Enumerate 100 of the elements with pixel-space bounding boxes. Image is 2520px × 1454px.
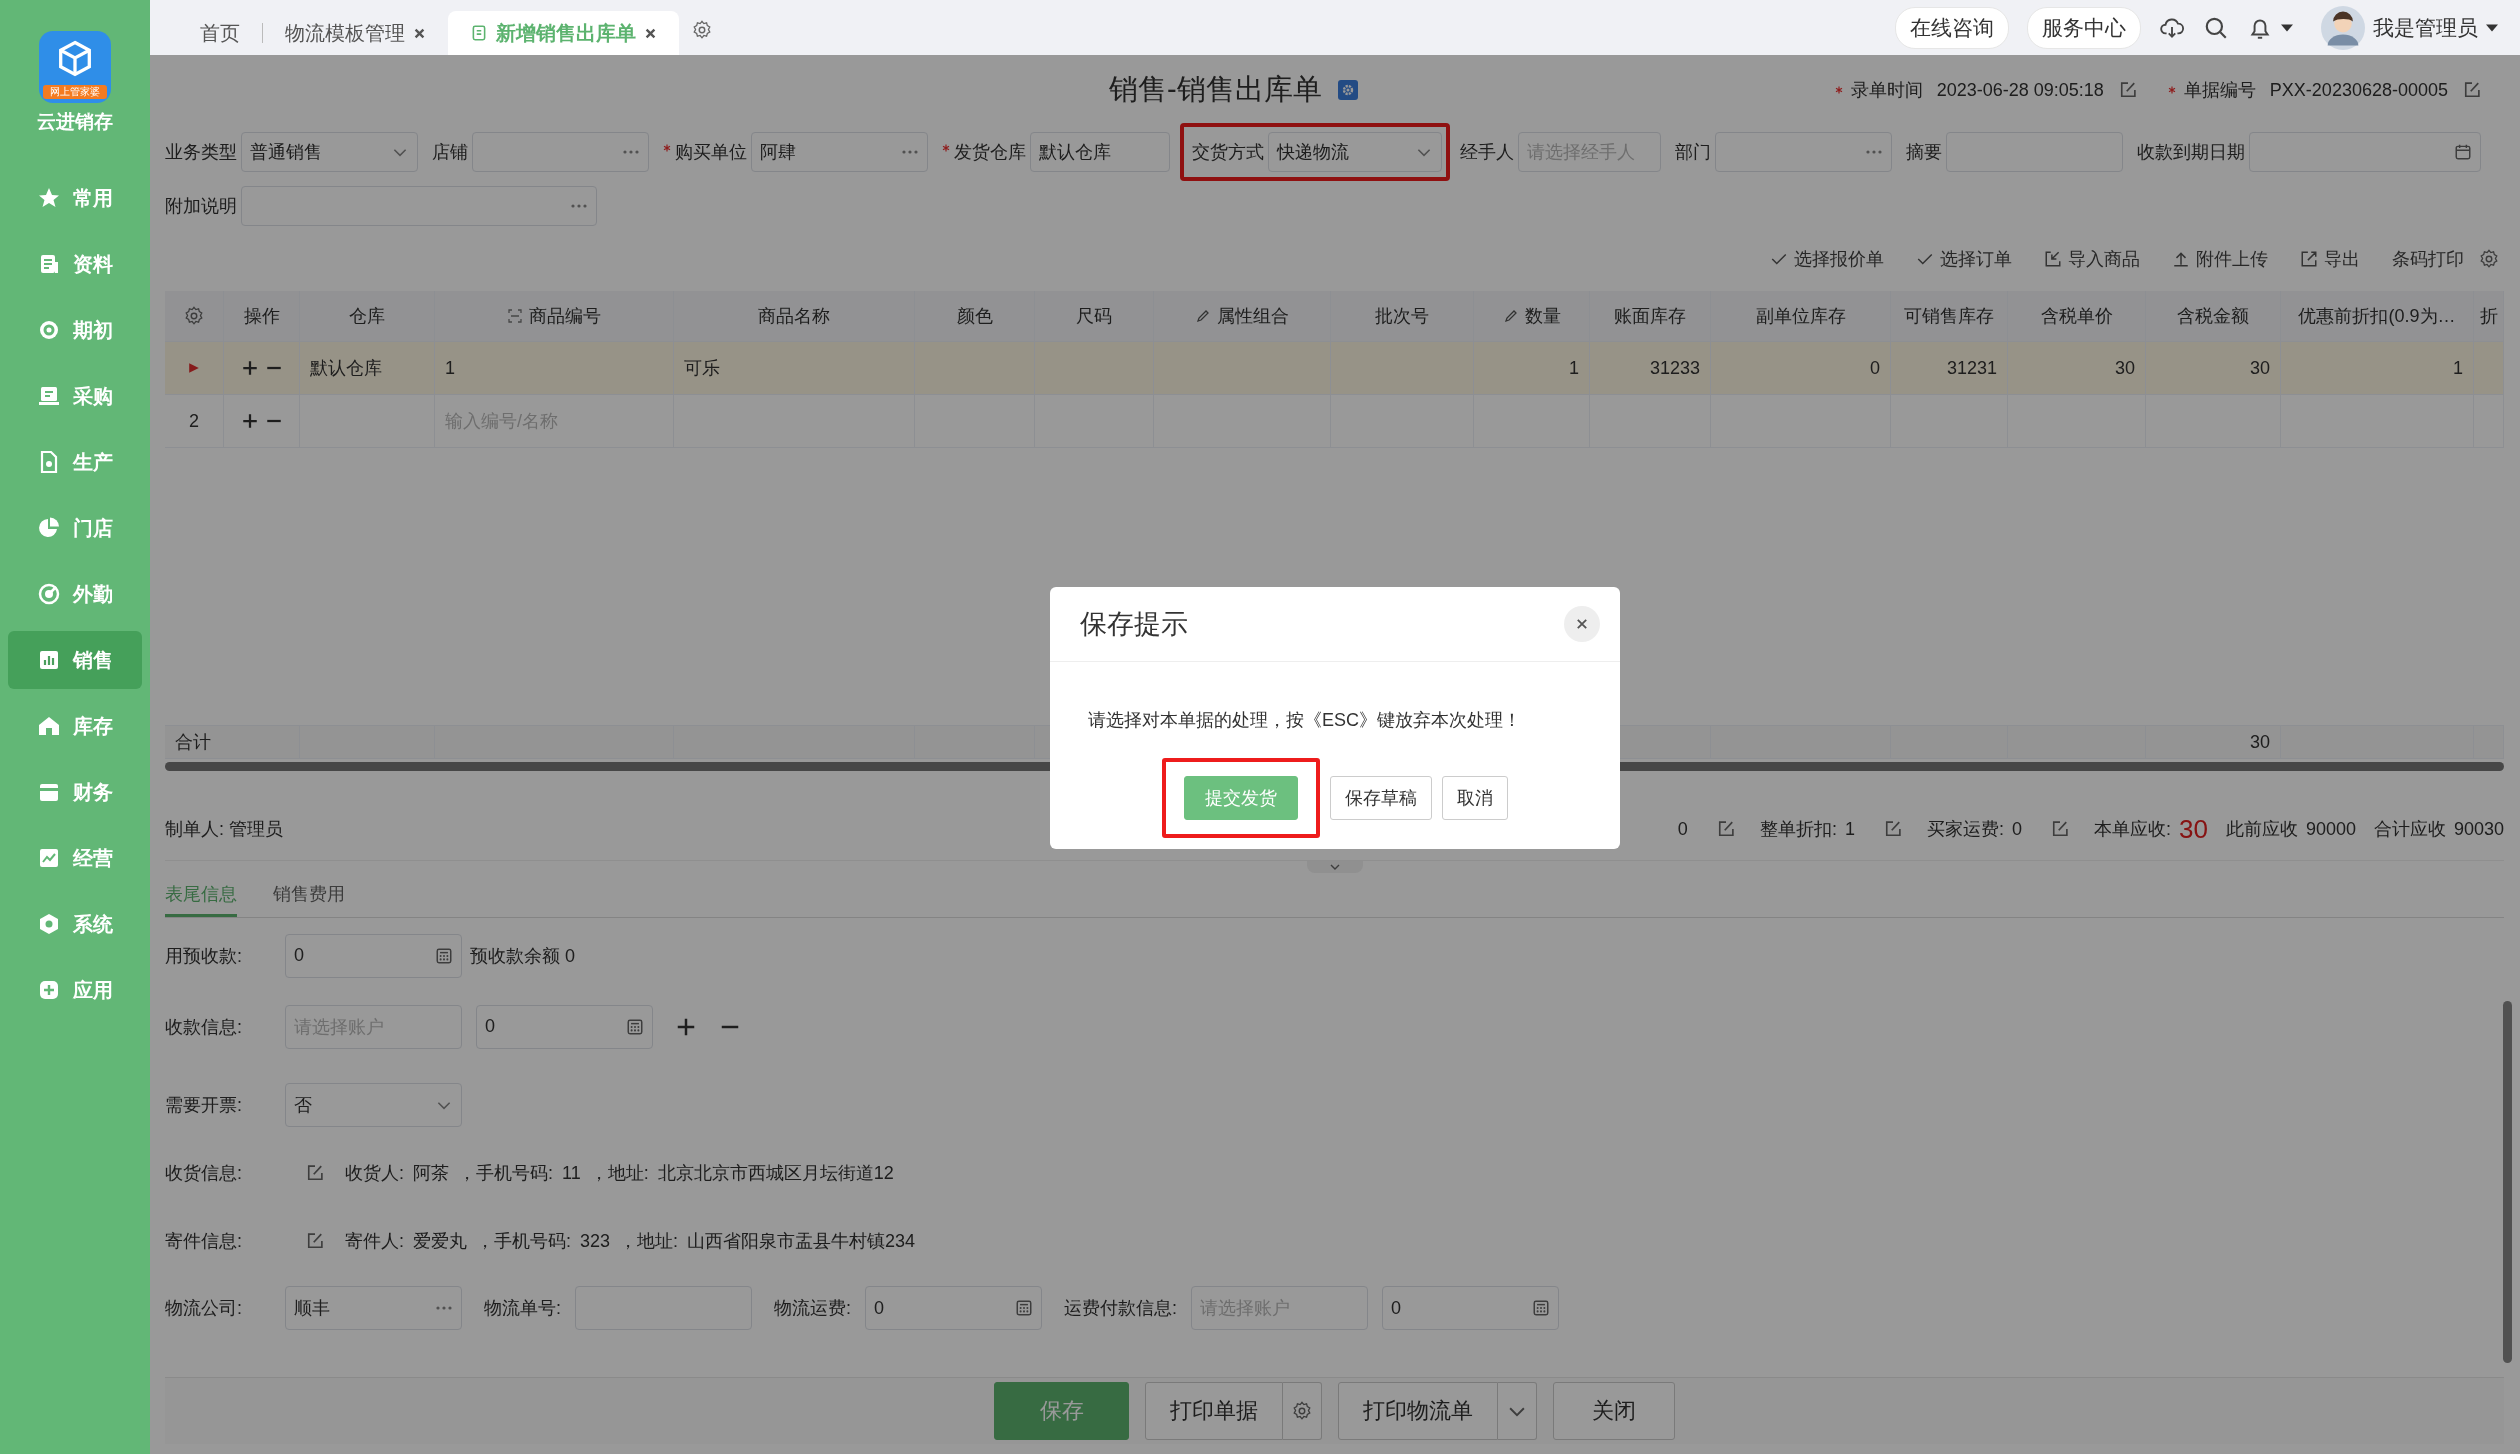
summary-label: 整单折扣: — [1759, 818, 1837, 841]
tab[interactable]: 物流模板管理 — [263, 11, 448, 55]
summary-label: 此前应收 — [2225, 818, 2298, 841]
input-field[interactable]: 0 — [285, 933, 462, 978]
field-label: 附加说明 — [165, 195, 237, 218]
summary-value: 0 — [2011, 818, 2022, 840]
toolbar-button[interactable]: 导入商品 — [2044, 247, 2140, 271]
dialog-button[interactable]: 保存草稿 — [1330, 776, 1432, 820]
table-cell: 31233 — [1649, 357, 1700, 379]
toolbar-button[interactable]: 附件上传 — [2172, 247, 2268, 271]
summary-value: 90000 — [2305, 818, 2356, 840]
field-label: 经手人 — [1460, 141, 1514, 164]
table-cell: 0 — [1870, 357, 1880, 379]
field-value: PXX-20230628-00005 — [2269, 79, 2448, 101]
toolbar-button[interactable]: 条码打印 — [2392, 247, 2464, 271]
field-label: 物流公司: — [165, 1297, 243, 1320]
input-field[interactable]: 顺丰 — [285, 1286, 462, 1330]
info-text: 收货人: 阿茶 ，手机号码: 11 ，地址: 北京北京市西城区月坛街道12 — [345, 1161, 894, 1185]
summary-label: 合计应收 — [2373, 818, 2446, 841]
dialog-button[interactable]: 取消 — [1442, 776, 1508, 820]
input-field[interactable]: 0 — [865, 1286, 1043, 1330]
dialog-title: 保存提示 — [1080, 608, 1188, 641]
column-header: 副单位库存 — [1755, 305, 1846, 328]
user-name[interactable]: 我是管理员 — [2373, 13, 2478, 42]
print-button[interactable]: 打印单据 — [1145, 1382, 1283, 1440]
toolbar-button[interactable]: 选择报价单 — [1770, 247, 1884, 271]
header-link[interactable]: 服务中心 — [2027, 6, 2141, 49]
column-header: 商品名称 — [758, 305, 830, 328]
table-cell: 30 — [2249, 731, 2270, 753]
table-cell: 31231 — [1946, 357, 1997, 379]
field-label: 单据编号 — [2183, 79, 2256, 102]
summary-value: 30 — [2178, 813, 2208, 845]
toolbar-button[interactable]: 选择订单 — [1916, 247, 2012, 271]
column-header: 颜色 — [956, 305, 993, 328]
table-cell: 30 — [2114, 357, 2135, 379]
creator-text: 制单人: 管理员 — [165, 818, 283, 841]
field-label: 收款到期日期 — [2137, 141, 2245, 164]
column-header: 操作 — [243, 305, 280, 328]
summary-label: 本单应收: — [2093, 818, 2171, 841]
table-cell-text: 可乐 — [684, 357, 720, 380]
field-label: 收货信息: — [165, 1161, 243, 1185]
column-header: 可销售库存 — [1904, 305, 1994, 328]
field-label: 需要开票: — [165, 1094, 243, 1117]
input-field[interactable]: 阿肆 — [751, 132, 928, 172]
sidebar-item[interactable]: 销售 — [8, 631, 142, 689]
info-text: 寄件人: 爱爱丸 ，手机号码: 323 ，地址: 山西省阳泉市盂县牛村镇234 — [345, 1229, 916, 1253]
print-button[interactable]: 打印物流单 — [1338, 1382, 1498, 1440]
field-label: 寄件信息: — [165, 1229, 243, 1253]
balance-text: 预收款余额 0 — [470, 944, 575, 968]
field-label: 用预收款: — [165, 944, 243, 968]
table-cell: 1 — [445, 357, 455, 379]
field-label: 运费付款信息: — [1064, 1297, 1178, 1320]
input-field[interactable]: 0 — [476, 1004, 653, 1049]
summary-value: 1 — [1844, 818, 1855, 840]
field-label: 业务类型 — [165, 141, 237, 164]
table-row[interactable]: 默认仓库 1 可乐 1 31233 0 31231 30 30 1 — [165, 342, 2504, 395]
table-cell: 1 — [2453, 357, 2463, 379]
row-number: 2 — [189, 410, 199, 432]
column-header: 数量 — [1524, 305, 1561, 328]
field-label: 发货仓库 — [954, 141, 1026, 164]
column-header: 属性组合 — [1217, 305, 1289, 328]
field-label: 店铺 — [432, 141, 468, 164]
column-header: 尺码 — [1076, 305, 1112, 328]
column-header: 含税金额 — [2177, 305, 2249, 328]
select-field[interactable]: 普通销售 — [241, 132, 418, 172]
column-header: 商品编号 — [529, 305, 601, 328]
summary-value: 90030 — [2453, 818, 2504, 840]
field-label: 收款信息: — [165, 1015, 243, 1039]
column-header: 批次号 — [1375, 305, 1429, 328]
app-logo: 网上管家婆 — [39, 30, 111, 103]
app-name: 云进销存 — [37, 109, 113, 134]
field-label: 物流单号: — [484, 1297, 561, 1320]
column-header: 折 — [2479, 305, 2498, 328]
form-title: 销售-销售出库单 — [1109, 72, 1322, 107]
column-header: 仓库 — [349, 305, 385, 328]
select-field[interactable]: 快递物流 — [1268, 132, 1442, 172]
column-header: 账面库存 — [1614, 305, 1686, 328]
input-field[interactable]: 默认仓库 — [1030, 132, 1170, 172]
field-label: 交货方式 — [1192, 141, 1264, 164]
input-field[interactable]: 0 — [1382, 1286, 1560, 1330]
column-header: 含税单价 — [2040, 305, 2113, 328]
tab[interactable]: 销售费用 — [273, 882, 345, 917]
field-label: 摘要 — [1906, 141, 1942, 164]
header-link[interactable]: 在线咨询 — [1895, 6, 2009, 49]
table-cell: 1 — [1569, 357, 1579, 379]
field-label: 录单时间 — [1850, 79, 1923, 102]
tab[interactable]: 首页 — [178, 11, 262, 55]
total-label: 合计 — [175, 731, 211, 754]
dialog-message: 请选择对本单据的处理，按《ESC》键放弃本次处理！ — [1088, 709, 1522, 732]
select-field[interactable]: 否 — [285, 1083, 462, 1127]
toolbar-button[interactable]: 导出 — [2300, 247, 2360, 271]
table-cell-text: 默认仓库 — [310, 357, 382, 380]
field-label: 购买单位 — [675, 141, 747, 164]
summary-value: 0 — [1677, 818, 1688, 840]
summary-label: 买家运费: — [1926, 818, 2004, 841]
column-header: 优惠前折扣(0.9为… — [2298, 305, 2456, 328]
close-button[interactable]: 关闭 — [1553, 1382, 1675, 1440]
field-label: 部门 — [1675, 141, 1711, 164]
table-cell: 30 — [2249, 357, 2270, 379]
field-label: 物流运费: — [774, 1297, 852, 1320]
